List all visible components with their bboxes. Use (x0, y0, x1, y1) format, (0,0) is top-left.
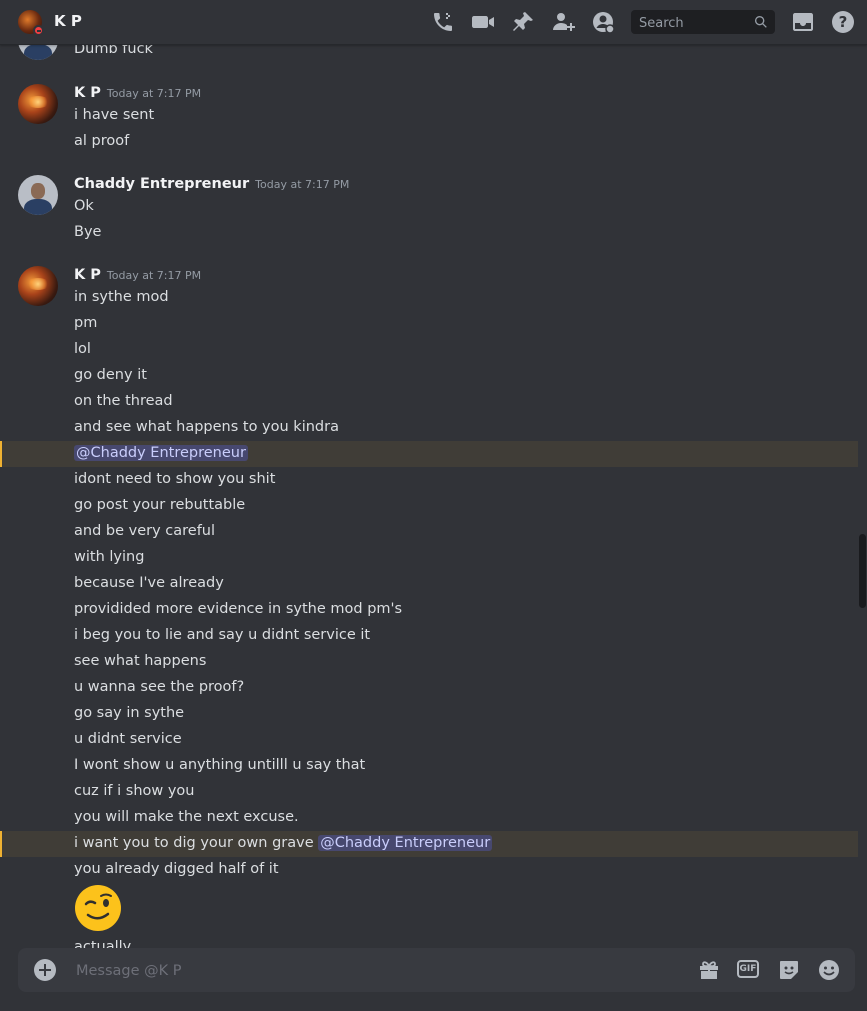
dnd-status-icon (33, 25, 44, 36)
message-composer: GIF (18, 948, 855, 992)
message-line: I wont show u anything untilll u say tha… (74, 757, 366, 773)
message-line: al proof (74, 133, 130, 149)
search-input[interactable] (637, 10, 751, 36)
message-line: Ok (74, 198, 94, 214)
message-line: see what happens (74, 653, 207, 669)
message-line: i beg you to lie and say u didnt service… (74, 627, 371, 643)
message-line: i have sent (74, 107, 155, 123)
inbox-icon[interactable] (791, 10, 815, 34)
scrollbar-thumb[interactable] (859, 534, 866, 608)
message-line: you already digged half of it (74, 861, 279, 877)
help-icon[interactable]: ? (831, 10, 855, 34)
message-line: go deny it (74, 367, 147, 383)
message-author[interactable]: K P Today at 7:17 PM (74, 85, 201, 101)
gift-icon[interactable] (697, 958, 721, 982)
add-attachment-icon[interactable] (34, 959, 56, 981)
message-line: in sythe mod (74, 289, 169, 305)
dm-title[interactable]: K P (54, 12, 82, 30)
search-box[interactable] (631, 10, 775, 36)
avatar[interactable] (18, 266, 58, 306)
message-line: go say in sythe (74, 705, 185, 721)
pin-icon[interactable] (511, 10, 535, 34)
profile-icon[interactable] (591, 10, 615, 34)
message-line: go post your rebuttable (74, 497, 246, 513)
message-line: actually (74, 939, 132, 948)
message-line: i want you to dig your own grave @Chaddy… (74, 835, 493, 851)
user-mention[interactable]: @Chaddy Entrepreneur (318, 835, 493, 851)
message-line: lol (74, 341, 91, 357)
gif-icon[interactable]: GIF (737, 960, 759, 978)
message-line: idont need to show you shit (74, 471, 276, 487)
message-author[interactable]: K P Today at 7:17 PM (74, 267, 201, 283)
avatar[interactable] (18, 84, 58, 124)
user-mention[interactable]: @Chaddy Entrepreneur (74, 445, 248, 461)
avatar[interactable] (18, 44, 58, 60)
message-timestamp: Today at 7:17 PM (106, 87, 202, 100)
scrollbar[interactable] (858, 44, 867, 948)
message-line: you will make the next excuse. (74, 809, 299, 825)
add-friend-icon[interactable] (551, 10, 575, 34)
message-line: pm (74, 315, 98, 331)
message-line: u wanna see the proof? (74, 679, 245, 695)
message-timestamp: Today at 7:17 PM (106, 269, 202, 282)
avatar[interactable] (18, 175, 58, 215)
video-call-icon[interactable] (471, 10, 495, 34)
channel-header: K P ? (0, 0, 867, 45)
winking-face-emoji[interactable] (74, 884, 122, 932)
message-line: cuz if i show you (74, 783, 195, 799)
message-timestamp: Today at 7:17 PM (255, 178, 350, 191)
message-input[interactable] (74, 959, 678, 983)
message-line: on the thread (74, 393, 173, 409)
message-author[interactable]: Chaddy Entrepreneur Today at 7:17 PM (74, 176, 349, 192)
message-list[interactable]: Dumb fuck K P Today at 7:17 PM i have sen… (0, 44, 858, 948)
message-line: providided more evidence in sythe mod pm… (74, 601, 403, 617)
message-line: Bye (74, 224, 102, 240)
message-line: and be very careful (74, 523, 216, 539)
message-line: @Chaddy Entrepreneur (74, 445, 248, 461)
sticker-icon[interactable] (777, 958, 801, 982)
call-icon[interactable] (431, 10, 455, 34)
message-line: Dumb fuck (74, 44, 153, 57)
message-line: u didnt service (74, 731, 182, 747)
message-line: because I've already (74, 575, 224, 591)
emoji-icon[interactable] (817, 958, 841, 982)
message-line: and see what happens to you kindra (74, 419, 339, 435)
svg-text:?: ? (839, 13, 848, 31)
search-icon (753, 14, 769, 30)
message-line: with lying (74, 549, 145, 565)
